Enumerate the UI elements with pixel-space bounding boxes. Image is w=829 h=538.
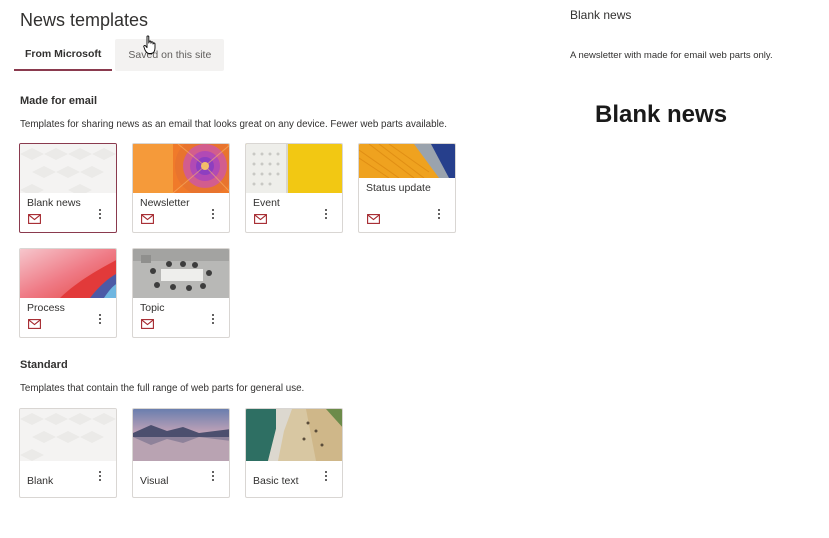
template-name: Event bbox=[253, 197, 280, 209]
page-title: News templates bbox=[20, 10, 149, 30]
section-desc-standard: Templates that contain the full range of… bbox=[20, 383, 305, 394]
more-options-icon[interactable] bbox=[207, 313, 219, 325]
template-name: Newsletter bbox=[140, 197, 190, 209]
more-options-icon[interactable] bbox=[433, 208, 445, 220]
mail-icon bbox=[367, 214, 380, 224]
template-name: Status update bbox=[366, 182, 431, 194]
template-card-visual[interactable]: Visual bbox=[132, 408, 230, 498]
template-thumbnail bbox=[20, 144, 116, 193]
mail-icon bbox=[141, 319, 154, 329]
more-options-icon[interactable] bbox=[207, 208, 219, 220]
section-desc-email: Templates for sharing news as an email t… bbox=[20, 119, 447, 130]
template-name: Topic bbox=[140, 302, 165, 314]
more-options-icon[interactable] bbox=[207, 470, 219, 482]
preview-heading: Blank news bbox=[595, 101, 728, 128]
more-options-icon[interactable] bbox=[94, 313, 106, 325]
template-thumbnail bbox=[20, 409, 116, 461]
template-thumbnail bbox=[246, 144, 342, 193]
template-card-basic-text[interactable]: Basic text bbox=[245, 408, 343, 498]
template-card-newsletter[interactable]: Newsletter bbox=[132, 143, 230, 233]
template-name: Process bbox=[27, 302, 65, 314]
template-thumbnail bbox=[359, 144, 455, 178]
mail-icon bbox=[28, 319, 41, 329]
section-title-email: Made for email bbox=[20, 95, 98, 107]
template-preview-pane: Blank news A newsletter with made for em… bbox=[555, 0, 829, 538]
more-options-icon[interactable] bbox=[94, 208, 106, 220]
template-name: Blank bbox=[27, 475, 54, 487]
preview-template-name: Blank news bbox=[570, 8, 632, 22]
template-card-blank-news[interactable]: Blank news bbox=[19, 143, 117, 233]
template-source-tabs: From Microsoft Saved on this site bbox=[14, 39, 225, 71]
template-card-event[interactable]: Event bbox=[245, 143, 343, 233]
tab-saved-on-site[interactable]: Saved on this site bbox=[115, 39, 225, 71]
more-options-icon[interactable] bbox=[320, 208, 332, 220]
template-card-topic[interactable]: Topic bbox=[132, 248, 230, 338]
template-card-blank[interactable]: Blank bbox=[19, 408, 117, 498]
mail-icon bbox=[254, 214, 267, 224]
mail-icon bbox=[141, 214, 154, 224]
section-title-standard: Standard bbox=[20, 359, 68, 371]
template-name: Visual bbox=[140, 475, 169, 487]
hand-cursor-icon bbox=[143, 35, 156, 54]
template-thumbnail bbox=[246, 409, 342, 461]
template-thumbnail bbox=[133, 144, 229, 193]
template-card-process[interactable]: Process bbox=[19, 248, 117, 338]
mail-icon bbox=[28, 214, 41, 224]
more-options-icon[interactable] bbox=[94, 470, 106, 482]
template-thumbnail bbox=[133, 249, 229, 298]
tab-from-microsoft[interactable]: From Microsoft bbox=[14, 39, 113, 71]
more-options-icon[interactable] bbox=[320, 470, 332, 482]
template-gallery: News templates From Microsoft Saved on t… bbox=[0, 0, 555, 538]
template-card-status-update[interactable]: Status update bbox=[358, 143, 456, 233]
template-name: Basic text bbox=[253, 475, 299, 487]
template-thumbnail bbox=[20, 249, 116, 298]
template-name: Blank news bbox=[27, 197, 81, 209]
preview-template-description: A newsletter with made for email web par… bbox=[570, 50, 773, 61]
template-thumbnail bbox=[133, 409, 229, 461]
